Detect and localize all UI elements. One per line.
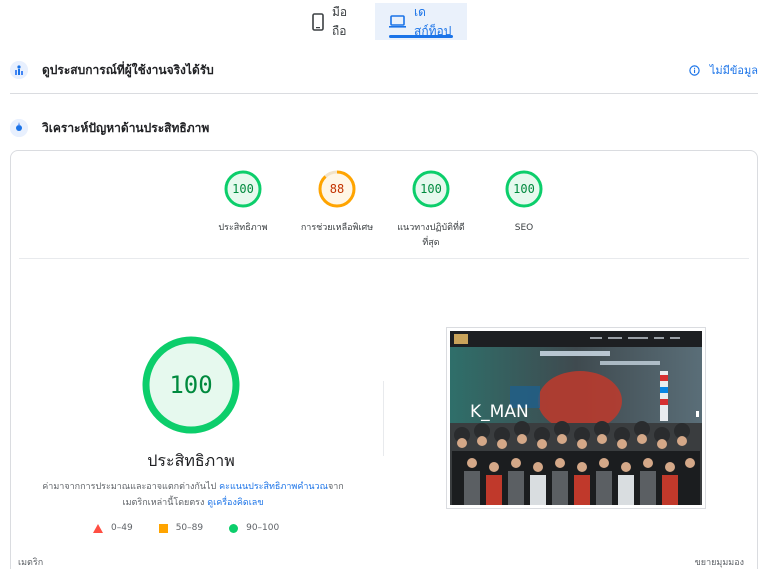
screenshot-brand: K_MAN [470, 402, 529, 422]
field-data-status[interactable]: ไม่มีข้อมูล [689, 61, 758, 79]
no-data-text: ไม่มีข้อมูล [709, 64, 758, 77]
legend-average-range: 50–89 [175, 523, 204, 533]
score-value: 100 [513, 182, 535, 196]
score-value: 100 [420, 182, 442, 196]
tab-mobile[interactable]: มือถือ [298, 3, 374, 40]
performance-title: ประสิทธิภาพ [147, 451, 235, 470]
metrics-heading: เมตริก [18, 558, 44, 568]
tab-mobile-label: มือถือ [332, 4, 348, 38]
score-label: แนวทางปฏิบัติที่ดี ที่สุด [381, 221, 481, 251]
score-label: การช่วยเหลือพิเศษ [300, 223, 374, 233]
screenshot-image: K_MAN [450, 331, 702, 505]
report-card: 100 ประสิทธิภาพ 88 การช่วยเหลือพิเศษ 100… [10, 150, 758, 569]
legend-average: 50–89 [158, 523, 204, 533]
note-text-1: ค่ามาจากการประมาณและอาจแตกต่างกันไป [42, 482, 220, 492]
diagnose-title: วิเคราะห์ปัญหาด้านประสิทธิภาพ [42, 120, 210, 135]
performance-gauge: 100 [142, 336, 240, 434]
score-gauge-performance[interactable]: 100 ประสิทธิภาพ [193, 169, 293, 236]
note-text-2: จาก [327, 482, 344, 492]
performance-score: 100 [169, 371, 212, 399]
triangle-icon [93, 523, 103, 533]
section-divider [10, 93, 758, 94]
score-label-line1: แนวทางปฏิบัติที่ดี [397, 223, 465, 233]
diagnose-header: วิเคราะห์ปัญหาด้านประสิทธิภาพ [10, 116, 758, 140]
page-screenshot[interactable]: K_MAN [446, 327, 706, 509]
score-label: SEO [514, 223, 534, 233]
tab-desktop[interactable]: เดสก์ท็อป [375, 3, 467, 40]
score-calc-link[interactable]: คะแนนประสิทธิภาพคำนวณ [219, 482, 328, 492]
gauge-ring: 88 [318, 170, 356, 208]
gauge-ring: 100 [412, 170, 450, 208]
info-icon [689, 64, 700, 76]
circle-icon [229, 523, 239, 533]
score-gauge-seo[interactable]: 100 SEO [474, 169, 574, 236]
square-icon [158, 523, 168, 533]
score-gauge-best-practices[interactable]: 100 แนวทางปฏิบัติที่ดี ที่สุด [381, 169, 481, 251]
gauge-ring: 100 [224, 170, 262, 208]
field-data-title: ดูประสบการณ์ที่ผู้ใช้งานจริงได้รับ [42, 62, 214, 77]
phone-icon [312, 12, 324, 31]
legend-fail-range: 0–49 [111, 523, 133, 533]
card-divider [19, 258, 749, 259]
lighthouse-icon [10, 119, 28, 137]
score-legend: 0–49 50–89 90–100 [93, 523, 279, 533]
active-tab-indicator [389, 35, 453, 38]
score-gauge-accessibility[interactable]: 88 การช่วยเหลือพิเศษ [287, 169, 387, 236]
device-tabs: มือถือ เดสก์ท็อป [0, 0, 768, 40]
score-label: ประสิทธิภาพ [218, 223, 268, 233]
legend-pass: 90–100 [229, 523, 279, 533]
vertical-divider [383, 381, 384, 456]
legend-pass-range: 90–100 [246, 523, 280, 533]
gauge-ring: 100 [505, 170, 543, 208]
legend-fail: 0–49 [93, 523, 133, 533]
users-chart-icon [10, 61, 28, 79]
field-data-header[interactable]: ดูประสบการณ์ที่ผู้ใช้งานจริงได้รับ ไม่มี… [10, 58, 758, 82]
score-value: 100 [232, 182, 254, 196]
score-value: 88 [330, 182, 344, 196]
score-label-line2: ที่สุด [422, 238, 440, 248]
note-text-3: เมตริกเหล่านี้โดยตรง [122, 498, 208, 508]
performance-note: ค่ามาจากการประมาณและอาจแตกต่างกันไป คะแน… [37, 479, 349, 511]
group-photo: K_MAN [450, 331, 702, 505]
expand-view-toggle[interactable]: ขยายมุมมอง [695, 555, 744, 569]
calculator-link[interactable]: ดูเครื่องคิดเลข [207, 498, 263, 508]
laptop-icon [389, 15, 406, 28]
